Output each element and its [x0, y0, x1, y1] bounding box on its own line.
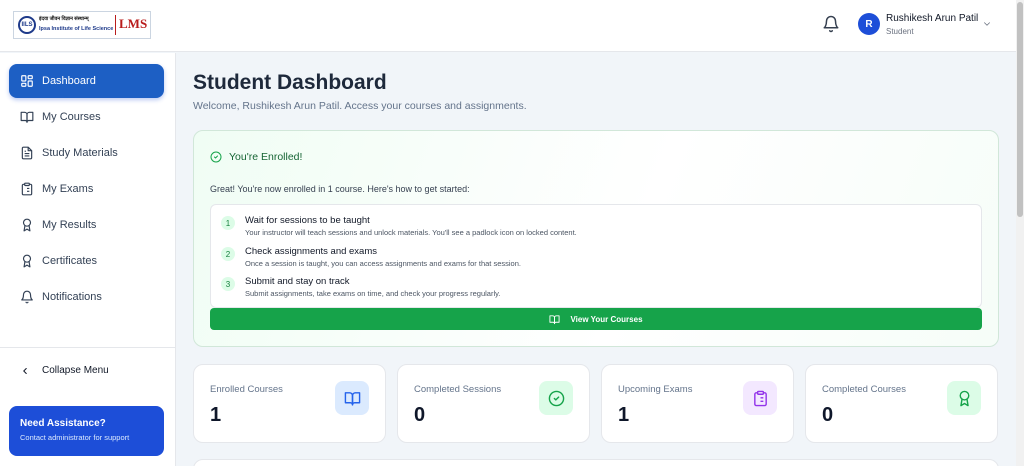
document-icon [21, 146, 33, 160]
certificate-icon [22, 254, 32, 268]
step-description: Once a session is taught, you can access… [245, 259, 521, 268]
clipboard-icon [21, 182, 33, 196]
step-description: Your instructor will teach sessions and … [245, 228, 577, 237]
check-circle-icon [539, 381, 573, 415]
book-icon [549, 314, 561, 324]
step-description: Submit assignments, take exams on time, … [245, 289, 501, 298]
stat-value: 1 [618, 404, 630, 426]
sidebar-item-label: Certificates [42, 255, 98, 267]
assistance-title: Need Assistance? [20, 418, 106, 429]
view-courses-label: View Your Courses [570, 314, 643, 324]
institute-logo[interactable]: IILS इंदवा जीवन विज्ञान संस्थान्म् Ipsa … [13, 11, 151, 39]
logo-hindi-text: इंदवा जीवन विज्ञान संस्थान्म् [39, 16, 89, 22]
scrollbar-thumb[interactable] [1017, 2, 1023, 217]
enrollment-intro: Great! You're now enrolled in 1 course. … [210, 184, 470, 194]
step-item: 2 Check assignments and exams Once a ses… [221, 246, 521, 268]
sidebar-item-notifications[interactable]: Notifications [9, 280, 164, 314]
page-subtitle: Welcome, Rushikesh Arun Patil. Access yo… [193, 100, 527, 112]
user-avatar[interactable]: R [858, 13, 880, 35]
book-icon [335, 381, 369, 415]
sidebar-item-certificates[interactable]: Certificates [9, 244, 164, 278]
sidebar-item-label: Notifications [42, 291, 102, 303]
dashboard-icon [21, 75, 33, 87]
chevron-down-icon[interactable] [982, 19, 992, 29]
page-title: Student Dashboard [193, 71, 387, 94]
clipboard-icon [743, 381, 777, 415]
sidebar-item-label: My Exams [42, 183, 94, 195]
award-icon [947, 381, 981, 415]
award-icon [22, 218, 32, 232]
logo-english-text: Ipsa Institute of Life Science [39, 26, 114, 32]
logo-emblem: IILS [18, 16, 36, 34]
next-section-card [193, 459, 999, 466]
step-title: Wait for sessions to be taught [245, 215, 370, 226]
bell-icon [21, 290, 33, 304]
check-circle-icon [210, 151, 222, 163]
sidebar-divider [0, 347, 176, 348]
stat-card-completed-courses[interactable]: Completed Courses 0 [805, 364, 998, 443]
sidebar-item-dashboard[interactable]: Dashboard [9, 64, 164, 98]
stat-value: 0 [414, 404, 426, 426]
stat-card-enrolled-courses[interactable]: Enrolled Courses 1 [193, 364, 386, 443]
step-number: 1 [221, 216, 235, 230]
sidebar-item-label: Dashboard [42, 75, 96, 87]
stat-card-completed-sessions[interactable]: Completed Sessions 0 [397, 364, 590, 443]
step-number: 2 [221, 247, 235, 261]
assistance-subtitle: Contact administrator for support [20, 433, 130, 442]
chevron-left-icon [23, 367, 27, 374]
stat-label: Completed Sessions [414, 384, 502, 395]
stat-label: Upcoming Exams [618, 384, 693, 395]
logo-divider [115, 15, 116, 35]
collapse-menu-button[interactable]: Collapse Menu [20, 365, 109, 376]
step-number: 3 [221, 277, 235, 291]
enrollment-heading-text: You're Enrolled! [229, 151, 303, 163]
step-item: 1 Wait for sessions to be taught Your in… [221, 215, 577, 237]
bell-icon[interactable] [822, 15, 840, 33]
steps-list: 1 Wait for sessions to be taught Your in… [210, 204, 982, 308]
book-icon [20, 111, 34, 123]
step-title: Check assignments and exams [245, 246, 378, 257]
sidebar: Dashboard My Courses Study Materials My … [0, 53, 176, 466]
logo-lms-text: LMS [119, 16, 148, 31]
enrollment-card: You're Enrolled! Great! You're now enrol… [193, 130, 999, 347]
enrollment-heading: You're Enrolled! [210, 151, 302, 163]
top-header: IILS इंदवा जीवन विज्ञान संस्थान्म् Ipsa … [0, 0, 1016, 52]
stat-card-upcoming-exams[interactable]: Upcoming Exams 1 [601, 364, 794, 443]
sidebar-item-label: My Results [42, 219, 97, 231]
page-scrollbar[interactable] [1016, 0, 1024, 466]
user-name[interactable]: Rushikesh Arun Patil [886, 13, 978, 24]
view-courses-button[interactable]: View Your Courses [210, 308, 982, 330]
user-role: Student [886, 27, 914, 36]
sidebar-item-my-courses[interactable]: My Courses [9, 100, 164, 134]
sidebar-item-my-exams[interactable]: My Exams [9, 172, 164, 206]
collapse-menu-label: Collapse Menu [42, 365, 109, 376]
sidebar-item-label: Study Materials [42, 147, 118, 159]
stat-label: Completed Courses [822, 384, 906, 395]
step-title: Submit and stay on track [245, 276, 350, 287]
assistance-card[interactable]: Need Assistance? Contact administrator f… [9, 406, 164, 456]
stat-label: Enrolled Courses [210, 384, 283, 395]
sidebar-item-study-materials[interactable]: Study Materials [9, 136, 164, 170]
sidebar-item-my-results[interactable]: My Results [9, 208, 164, 242]
step-item: 3 Submit and stay on track Submit assign… [221, 276, 500, 298]
stat-value: 0 [822, 404, 834, 426]
sidebar-item-label: My Courses [42, 111, 101, 123]
stat-value: 1 [210, 404, 222, 426]
